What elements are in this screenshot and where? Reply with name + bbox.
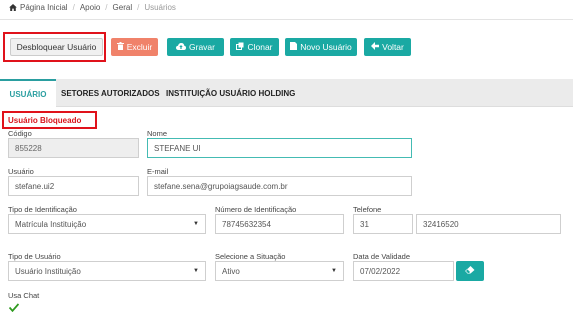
phone-ddd-field[interactable]: 31 xyxy=(353,214,413,234)
use-chat-checkbox[interactable] xyxy=(9,302,19,312)
breadcrumb-current: Usuários xyxy=(144,3,176,12)
email-value: stefane.sena@grupoiagsaude.com.br xyxy=(154,181,288,191)
save-label: Gravar xyxy=(189,42,215,52)
new-file-icon xyxy=(290,42,298,52)
new-user-label: Novo Usuário xyxy=(300,42,352,52)
situation-value: Ativo xyxy=(222,266,240,276)
chat-label: Usa Chat xyxy=(8,291,40,300)
breadcrumb-geral[interactable]: Geral xyxy=(113,3,133,12)
phone-ddd-value: 31 xyxy=(360,219,369,229)
clone-label: Clonar xyxy=(247,42,273,52)
situation-select[interactable]: Ativo ▼ xyxy=(215,261,344,281)
user-type-select[interactable]: Usuário Instituição ▼ xyxy=(8,261,206,281)
phone-label: Telefone xyxy=(353,205,382,214)
username-field[interactable]: stefane.ui2 xyxy=(8,176,139,196)
validity-date-field[interactable]: 07/02/2022 xyxy=(353,261,454,281)
id-type-select[interactable]: Matrícula Instituição ▼ xyxy=(8,214,206,234)
caret-down-icon: ▼ xyxy=(193,221,199,227)
home-icon xyxy=(9,4,17,11)
tab-holding-institution[interactable]: INSTITUIÇÃO USUÁRIO HOLDING xyxy=(166,79,295,107)
situation-label: Selecione a Situação xyxy=(215,252,286,261)
phone-number-field[interactable]: 32416520 xyxy=(416,214,561,234)
user-type-value: Usuário Instituição xyxy=(15,266,81,276)
validity-label: Data de Validade xyxy=(353,252,410,261)
clone-icon xyxy=(236,42,244,52)
delete-label: Excluir xyxy=(126,42,153,52)
id-type-label: Tipo de Identificação xyxy=(8,205,77,214)
unlock-user-button[interactable]: Desbloquear Usuário xyxy=(10,38,103,56)
breadcrumb: Página Inicial / Apoio / Geral / Usuário… xyxy=(9,3,176,12)
eraser-icon xyxy=(465,266,475,276)
code-field: 855228 xyxy=(8,138,139,158)
caret-down-icon: ▼ xyxy=(193,268,199,274)
delete-button[interactable]: Excluir xyxy=(111,38,158,56)
name-field[interactable]: STEFANE UI xyxy=(147,138,412,158)
id-type-value: Matrícula Instituição xyxy=(15,219,87,229)
id-number-field[interactable]: 78745632354 xyxy=(215,214,344,234)
username-value: stefane.ui2 xyxy=(15,181,55,191)
clear-date-button[interactable] xyxy=(456,261,484,281)
save-button[interactable]: Gravar xyxy=(167,38,224,56)
cloud-upload-icon xyxy=(176,42,186,52)
breadcrumb-home[interactable]: Página Inicial xyxy=(20,3,68,12)
unlock-user-label: Desbloquear Usuário xyxy=(16,42,97,52)
validity-date-value: 07/02/2022 xyxy=(360,266,401,276)
id-number-value: 78745632354 xyxy=(222,219,271,229)
user-type-label: Tipo de Usuário xyxy=(8,252,61,261)
arrow-left-icon xyxy=(371,42,380,52)
back-button[interactable]: Voltar xyxy=(364,38,411,56)
breadcrumb-apoio[interactable]: Apoio xyxy=(80,3,100,12)
name-value: STEFANE UI xyxy=(154,143,201,153)
divider xyxy=(0,19,573,20)
new-user-button[interactable]: Novo Usuário xyxy=(285,38,357,56)
blocked-status-label: Usuário Bloqueado xyxy=(8,116,82,125)
user-label: Usuário xyxy=(8,167,34,176)
email-field[interactable]: stefane.sena@grupoiagsaude.com.br xyxy=(147,176,412,196)
check-icon xyxy=(9,302,19,312)
back-label: Voltar xyxy=(382,42,404,52)
email-label: E-mail xyxy=(147,167,169,176)
caret-down-icon: ▼ xyxy=(331,268,337,274)
tab-authorized-sectors[interactable]: SETORES AUTORIZADOS xyxy=(61,79,160,107)
clone-button[interactable]: Clonar xyxy=(230,38,279,56)
phone-number-value: 32416520 xyxy=(423,219,459,229)
code-label: Código xyxy=(8,129,32,138)
id-number-label: Número de Identificação xyxy=(215,205,297,214)
tab-user[interactable]: USUÁRIO xyxy=(0,79,56,107)
trash-icon xyxy=(116,42,124,52)
name-label: Nome xyxy=(147,129,168,138)
